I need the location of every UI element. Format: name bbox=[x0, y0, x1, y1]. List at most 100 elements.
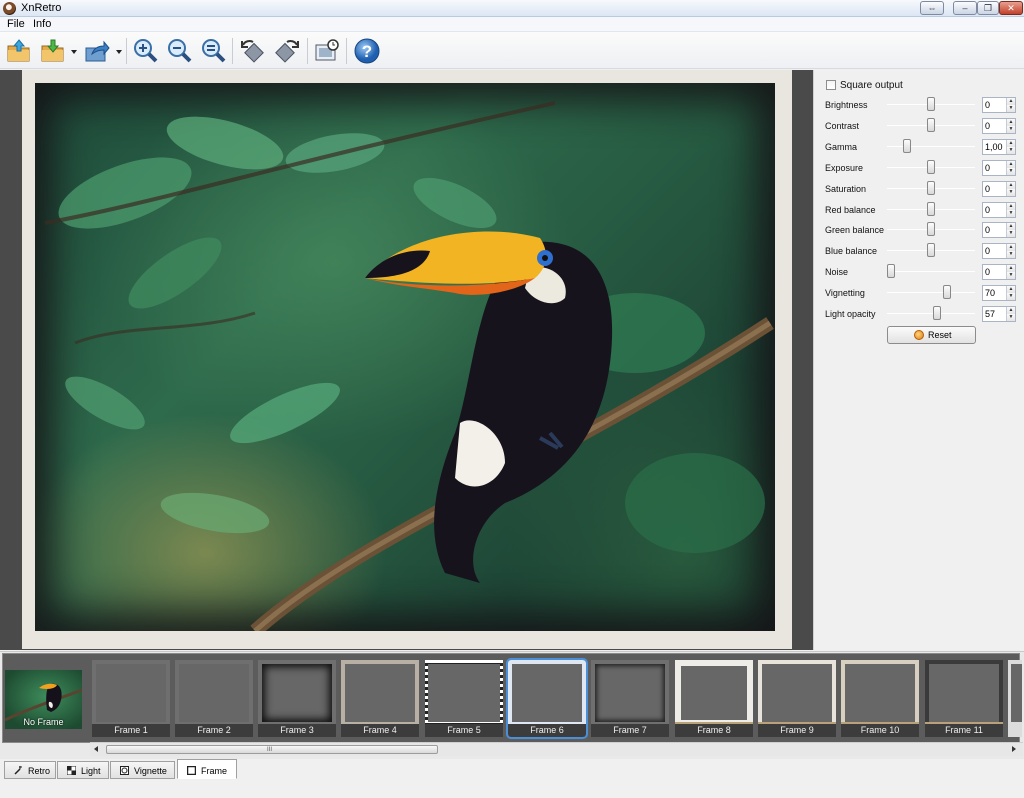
spin-up-icon[interactable]: ▲ bbox=[1007, 307, 1015, 314]
restore-size-button[interactable]: ⇔ bbox=[920, 1, 944, 15]
square-output-checkbox[interactable] bbox=[826, 80, 836, 90]
menu-file[interactable]: File bbox=[7, 18, 25, 30]
open-icon[interactable] bbox=[5, 37, 33, 65]
frame-thumbnail[interactable]: Frame 5 bbox=[425, 660, 503, 737]
spin-up-icon[interactable]: ▲ bbox=[1007, 182, 1015, 189]
frame-thumbnail[interactable]: Frame 8 bbox=[675, 660, 753, 737]
spin-buttons[interactable]: ▲ ▼ bbox=[1006, 140, 1015, 154]
value-spinbox[interactable]: 0 ▲ ▼ bbox=[982, 243, 1016, 259]
frame-thumbnail[interactable]: Frame 10 bbox=[841, 660, 919, 737]
slider-thumb[interactable] bbox=[943, 285, 951, 299]
slider-track[interactable] bbox=[887, 271, 975, 272]
frame-thumbnail[interactable]: Frame 3 bbox=[258, 660, 336, 737]
frame-thumbnail[interactable]: Frame 4 bbox=[341, 660, 419, 737]
spin-down-icon[interactable]: ▼ bbox=[1007, 126, 1015, 133]
scroll-left-arrow[interactable] bbox=[94, 746, 98, 752]
zoom-in-icon[interactable] bbox=[131, 37, 159, 65]
spin-buttons[interactable]: ▲ ▼ bbox=[1006, 244, 1015, 258]
spin-up-icon[interactable]: ▲ bbox=[1007, 140, 1015, 147]
zoom-out-icon[interactable] bbox=[165, 37, 193, 65]
value-spinbox[interactable]: 0 ▲ ▼ bbox=[982, 264, 1016, 280]
value-spinbox[interactable]: 0 ▲ ▼ bbox=[982, 97, 1016, 113]
spin-down-icon[interactable]: ▼ bbox=[1007, 105, 1015, 112]
spin-up-icon[interactable]: ▲ bbox=[1007, 223, 1015, 230]
scroll-thumb[interactable]: III bbox=[106, 745, 438, 754]
value-spinbox[interactable]: 57 ▲ ▼ bbox=[982, 306, 1016, 322]
maximize-button[interactable]: ❐ bbox=[977, 1, 999, 15]
slider-thumb[interactable] bbox=[927, 160, 935, 174]
reset-button[interactable]: Reset bbox=[887, 326, 976, 344]
spin-up-icon[interactable]: ▲ bbox=[1007, 286, 1015, 293]
no-frame-thumbnail[interactable]: No Frame bbox=[5, 670, 82, 729]
frame-thumbnail[interactable]: Frame 7 bbox=[591, 660, 669, 737]
spin-down-icon[interactable]: ▼ bbox=[1007, 293, 1015, 300]
spin-up-icon[interactable]: ▲ bbox=[1007, 265, 1015, 272]
spin-up-icon[interactable]: ▲ bbox=[1007, 244, 1015, 251]
spin-down-icon[interactable]: ▼ bbox=[1007, 272, 1015, 279]
spin-down-icon[interactable]: ▼ bbox=[1007, 210, 1015, 217]
spin-down-icon[interactable]: ▼ bbox=[1007, 168, 1015, 175]
fullscreen-icon[interactable] bbox=[313, 37, 341, 65]
slider-track[interactable] bbox=[887, 313, 975, 314]
help-icon[interactable]: ? bbox=[353, 37, 381, 65]
frame-thumbnail-selected[interactable]: Frame 6 bbox=[506, 658, 588, 739]
slider-thumb[interactable] bbox=[927, 202, 935, 216]
slider-track[interactable] bbox=[887, 292, 975, 293]
share-icon[interactable] bbox=[83, 37, 111, 65]
tab-frame[interactable]: Frame bbox=[177, 759, 237, 779]
zoom-fit-icon[interactable] bbox=[199, 37, 227, 65]
spin-down-icon[interactable]: ▼ bbox=[1007, 251, 1015, 258]
value-spinbox[interactable]: 0 ▲ ▼ bbox=[982, 160, 1016, 176]
rotate-right-icon[interactable] bbox=[273, 37, 301, 65]
menu-info[interactable]: Info bbox=[33, 18, 51, 30]
slider-thumb[interactable] bbox=[927, 97, 935, 111]
spin-buttons[interactable]: ▲ ▼ bbox=[1006, 307, 1015, 321]
frame-thumbnail[interactable]: Frame 11 bbox=[925, 660, 1003, 737]
preview-photo[interactable] bbox=[35, 83, 775, 631]
frame-thumbnail[interactable]: Frame 1 bbox=[92, 660, 170, 737]
value-spinbox[interactable]: 0 ▲ ▼ bbox=[982, 181, 1016, 197]
spin-buttons[interactable]: ▲ ▼ bbox=[1006, 203, 1015, 217]
spin-buttons[interactable]: ▲ ▼ bbox=[1006, 223, 1015, 237]
minimize-button[interactable]: – bbox=[953, 1, 977, 15]
close-button[interactable]: ✕ bbox=[999, 1, 1023, 15]
spin-up-icon[interactable]: ▲ bbox=[1007, 203, 1015, 210]
spin-buttons[interactable]: ▲ ▼ bbox=[1006, 182, 1015, 196]
value-spinbox[interactable]: 0 ▲ ▼ bbox=[982, 202, 1016, 218]
slider-thumb[interactable] bbox=[927, 222, 935, 236]
spin-down-icon[interactable]: ▼ bbox=[1007, 314, 1015, 321]
frame-thumbnail-partial[interactable] bbox=[1008, 660, 1022, 737]
spin-down-icon[interactable]: ▼ bbox=[1007, 230, 1015, 237]
spin-buttons[interactable]: ▲ ▼ bbox=[1006, 119, 1015, 133]
frame-thumbnail[interactable]: Frame 2 bbox=[175, 660, 253, 737]
frame-strip-scrollbar[interactable]: III bbox=[90, 742, 1023, 756]
spin-up-icon[interactable]: ▲ bbox=[1007, 98, 1015, 105]
spin-down-icon[interactable]: ▼ bbox=[1007, 147, 1015, 154]
scroll-right-arrow[interactable] bbox=[1012, 746, 1016, 752]
value-spinbox[interactable]: 0 ▲ ▼ bbox=[982, 222, 1016, 238]
value-spinbox[interactable]: 70 ▲ ▼ bbox=[982, 285, 1016, 301]
value-spinbox[interactable]: 0 ▲ ▼ bbox=[982, 118, 1016, 134]
tab-light[interactable]: Light bbox=[57, 761, 109, 779]
save-icon[interactable] bbox=[39, 37, 67, 65]
slider-thumb[interactable] bbox=[927, 243, 935, 257]
spin-buttons[interactable]: ▲ ▼ bbox=[1006, 161, 1015, 175]
slider-thumb[interactable] bbox=[927, 181, 935, 195]
value-spinbox[interactable]: 1,00 ▲ ▼ bbox=[982, 139, 1016, 155]
slider-thumb[interactable] bbox=[927, 118, 935, 132]
frame-thumbnail[interactable]: Frame 9 bbox=[758, 660, 836, 737]
slider-track[interactable] bbox=[887, 146, 975, 147]
slider-thumb[interactable] bbox=[903, 139, 911, 153]
spin-buttons[interactable]: ▲ ▼ bbox=[1006, 265, 1015, 279]
slider-thumb[interactable] bbox=[933, 306, 941, 320]
tab-vignette[interactable]: Vignette bbox=[110, 761, 175, 779]
share-dropdown-arrow[interactable] bbox=[116, 50, 122, 54]
spin-up-icon[interactable]: ▲ bbox=[1007, 161, 1015, 168]
save-dropdown-arrow[interactable] bbox=[71, 50, 77, 54]
spin-down-icon[interactable]: ▼ bbox=[1007, 189, 1015, 196]
rotate-left-icon[interactable] bbox=[239, 37, 267, 65]
slider-thumb[interactable] bbox=[887, 264, 895, 278]
spin-up-icon[interactable]: ▲ bbox=[1007, 119, 1015, 126]
spin-buttons[interactable]: ▲ ▼ bbox=[1006, 286, 1015, 300]
tab-retro[interactable]: Retro bbox=[4, 761, 56, 779]
